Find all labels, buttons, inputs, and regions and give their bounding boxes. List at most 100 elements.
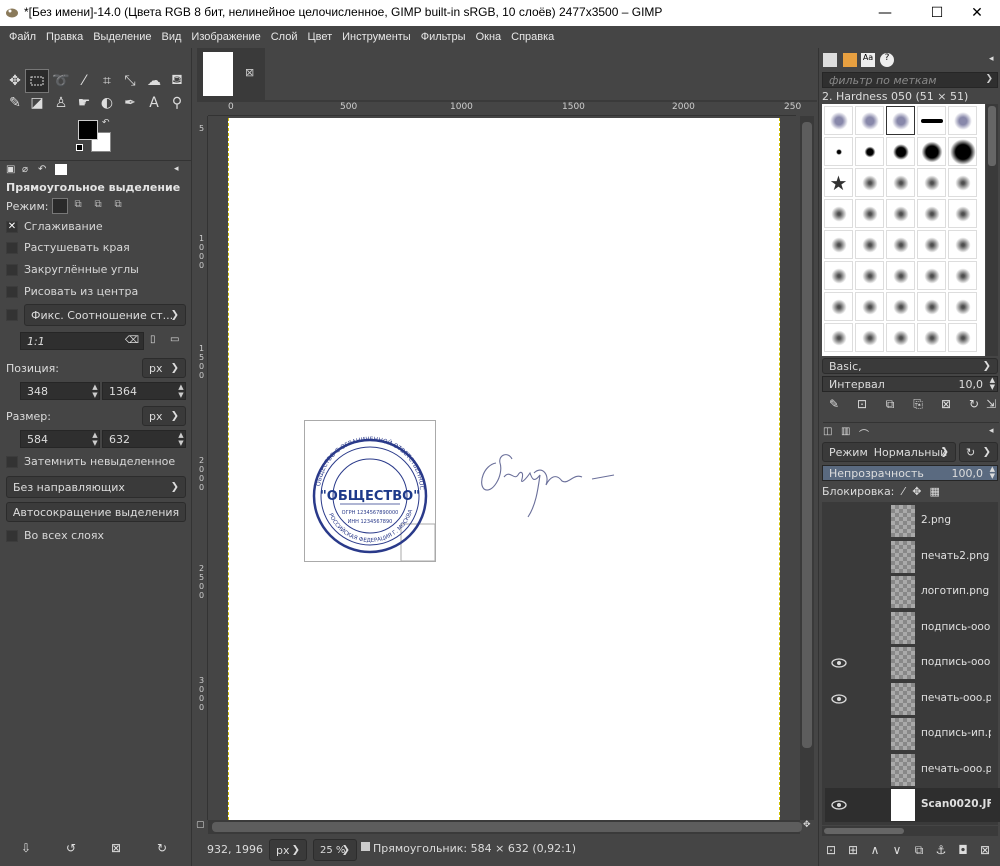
all-layers-checkbox[interactable] (6, 529, 18, 542)
all-layers-row[interactable]: Во всех слоях (6, 529, 104, 542)
menu-tools[interactable]: Инструменты (337, 31, 416, 43)
opacity-slider[interactable]: Непрозрачность 100,0 ▲ ▼ (822, 465, 998, 481)
menu-file[interactable]: Файл (4, 31, 41, 43)
brush-preset-item[interactable] (886, 323, 915, 352)
brush-preset-combo[interactable]: Basic, ❯ (822, 358, 998, 374)
brush-preset-item[interactable] (917, 292, 946, 321)
reset-tool-options-icon[interactable]: ↻ (152, 838, 172, 858)
layers-tab-icon[interactable]: ◫ (823, 426, 832, 437)
brush-preset-item[interactable] (948, 137, 977, 166)
quick-mask-icon[interactable]: ▢ (196, 820, 208, 834)
rounded-checkbox[interactable] (6, 263, 18, 276)
ratio-input[interactable]: 1:1 ⌫ (20, 332, 144, 350)
layer-name[interactable]: печать-ооо.р (921, 763, 991, 775)
rect-select-tool-icon[interactable] (25, 69, 49, 93)
layer-name[interactable]: логотип.png (921, 585, 991, 597)
new-layer-icon[interactable]: ⊡ (821, 840, 841, 860)
eye-hidden-icon[interactable] (825, 540, 853, 574)
brush-preset-item[interactable] (917, 106, 946, 135)
mode-intersect-icon[interactable]: ⧉ (114, 199, 128, 213)
layer-row[interactable]: Scan0020.JF (825, 788, 1000, 822)
brush-preset-item[interactable] (824, 106, 853, 135)
tab-menu-icon[interactable]: ◂ (989, 426, 994, 436)
channels-tab-icon[interactable]: ▥ (841, 426, 850, 437)
eye-hidden-icon[interactable] (825, 611, 853, 645)
vertical-scroll-thumb[interactable] (802, 122, 812, 748)
position-x-input[interactable]: 348 (20, 382, 100, 400)
layer-name[interactable]: подпись-ооо (921, 656, 991, 668)
layers-list[interactable]: 2.png печать2.png логотип.png подпись-ооо по… (822, 502, 1000, 825)
lock-pixels-icon[interactable]: ⁄ (902, 485, 904, 498)
foreground-color-swatch[interactable] (78, 120, 98, 140)
menu-help[interactable]: Справка (506, 31, 559, 43)
layer-name[interactable]: подпись-ип.р (921, 727, 991, 739)
lasso-tool-icon[interactable]: ➰ (50, 70, 72, 92)
position-y-input[interactable]: 1364 (102, 382, 186, 400)
tab-menu-icon[interactable]: ◂ (174, 164, 179, 174)
opacity-spinner[interactable]: ▲ ▼ (990, 466, 995, 480)
size-unit-combo[interactable]: px ❯ (142, 406, 186, 426)
brush-preset-item[interactable] (824, 230, 853, 259)
image-tab[interactable]: ⊠ (197, 48, 265, 100)
paintbrush-tool-icon[interactable]: ✎ (4, 92, 26, 114)
landscape-icon[interactable]: ▭ (170, 334, 179, 345)
clone-tool-icon[interactable]: ♙ (50, 92, 72, 114)
layer-row[interactable]: подпись-ооо (825, 611, 1000, 645)
eraser-tool-icon[interactable]: ◪ (26, 92, 48, 114)
brush-preset-item[interactable] (886, 261, 915, 290)
transform-tool-icon[interactable]: ⤡ (119, 70, 141, 92)
fixed-checkbox[interactable] (6, 309, 18, 321)
layer-name[interactable]: 2.png (921, 514, 991, 526)
undo-history-tab-icon[interactable]: ↶ (38, 164, 46, 175)
from-center-row[interactable]: Рисовать из центра (6, 285, 138, 298)
path-tool-icon[interactable]: ✒ (119, 92, 141, 114)
move-tool-icon[interactable]: ✥ (4, 70, 26, 92)
brush-preset-item[interactable] (855, 168, 884, 197)
rounded-row[interactable]: Закруглённые углы (6, 263, 139, 276)
menu-color[interactable]: Цвет (302, 31, 337, 43)
brush-preset-item[interactable] (824, 261, 853, 290)
anchor-layer-icon[interactable]: ⚓ (931, 840, 951, 860)
swap-colors-icon[interactable]: ↶ (102, 118, 110, 128)
layer-name[interactable]: Scan0020.JF (921, 798, 991, 810)
brush-preset-item[interactable] (917, 261, 946, 290)
brushes-tab-icon[interactable] (823, 53, 837, 67)
brush-preset-item[interactable]: ★ (824, 168, 853, 197)
lock-position-icon[interactable]: ✥ (912, 485, 921, 498)
layers-hscrollbar[interactable] (822, 826, 998, 836)
brush-preset-item[interactable] (948, 230, 977, 259)
status-unit-combo[interactable]: px ❯ (269, 839, 307, 861)
layer-composite-combo[interactable]: ↻ ❯ (959, 442, 998, 462)
tool-options-tab-icon[interactable]: ▣ (6, 164, 15, 175)
brush-preset-item[interactable] (917, 323, 946, 352)
feather-row[interactable]: Растушевать края (6, 241, 130, 254)
layer-row[interactable]: логотип.png (825, 575, 1000, 609)
brush-scrollbar[interactable] (986, 104, 998, 356)
size-h-spinner[interactable]: ▲ ▼ (176, 431, 186, 447)
navigate-icon[interactable]: ✥ (803, 820, 815, 834)
signature-image[interactable] (474, 445, 616, 520)
lock-alpha-icon[interactable]: ▦ (929, 485, 939, 498)
zoom-tool-icon[interactable]: ⚲ (166, 92, 188, 114)
brush-preset-item[interactable] (855, 261, 884, 290)
position-y-spinner[interactable]: ▲ ▼ (176, 383, 186, 399)
menu-image[interactable]: Изображение (186, 31, 265, 43)
brush-preset-item[interactable] (886, 106, 915, 135)
brush-preset-item[interactable] (948, 168, 977, 197)
spacing-slider[interactable]: Интервал 10,0 ▲ ▼ (822, 376, 998, 392)
guides-combo[interactable]: Без направляющих ❯ (6, 476, 186, 498)
raise-layer-icon[interactable]: ∧ (865, 840, 885, 860)
horizontal-scrollbar[interactable] (208, 820, 802, 834)
feather-checkbox[interactable] (6, 241, 18, 254)
layer-name[interactable]: печать2.png (921, 550, 991, 562)
top-ruler[interactable]: 0 500 1000 1500 2000 250 (208, 102, 801, 116)
brush-preset-item[interactable] (855, 199, 884, 228)
brush-preset-item[interactable] (824, 292, 853, 321)
brush-preset-item[interactable] (855, 292, 884, 321)
brush-preset-item[interactable] (917, 199, 946, 228)
default-colors-icon[interactable] (76, 144, 83, 151)
lower-layer-icon[interactable]: ∨ (887, 840, 907, 860)
position-unit-combo[interactable]: px ❯ (142, 358, 186, 378)
fuzzy-select-tool-icon[interactable]: ⁄ (73, 70, 95, 92)
spacing-spinner[interactable]: ▲ ▼ (990, 377, 995, 391)
